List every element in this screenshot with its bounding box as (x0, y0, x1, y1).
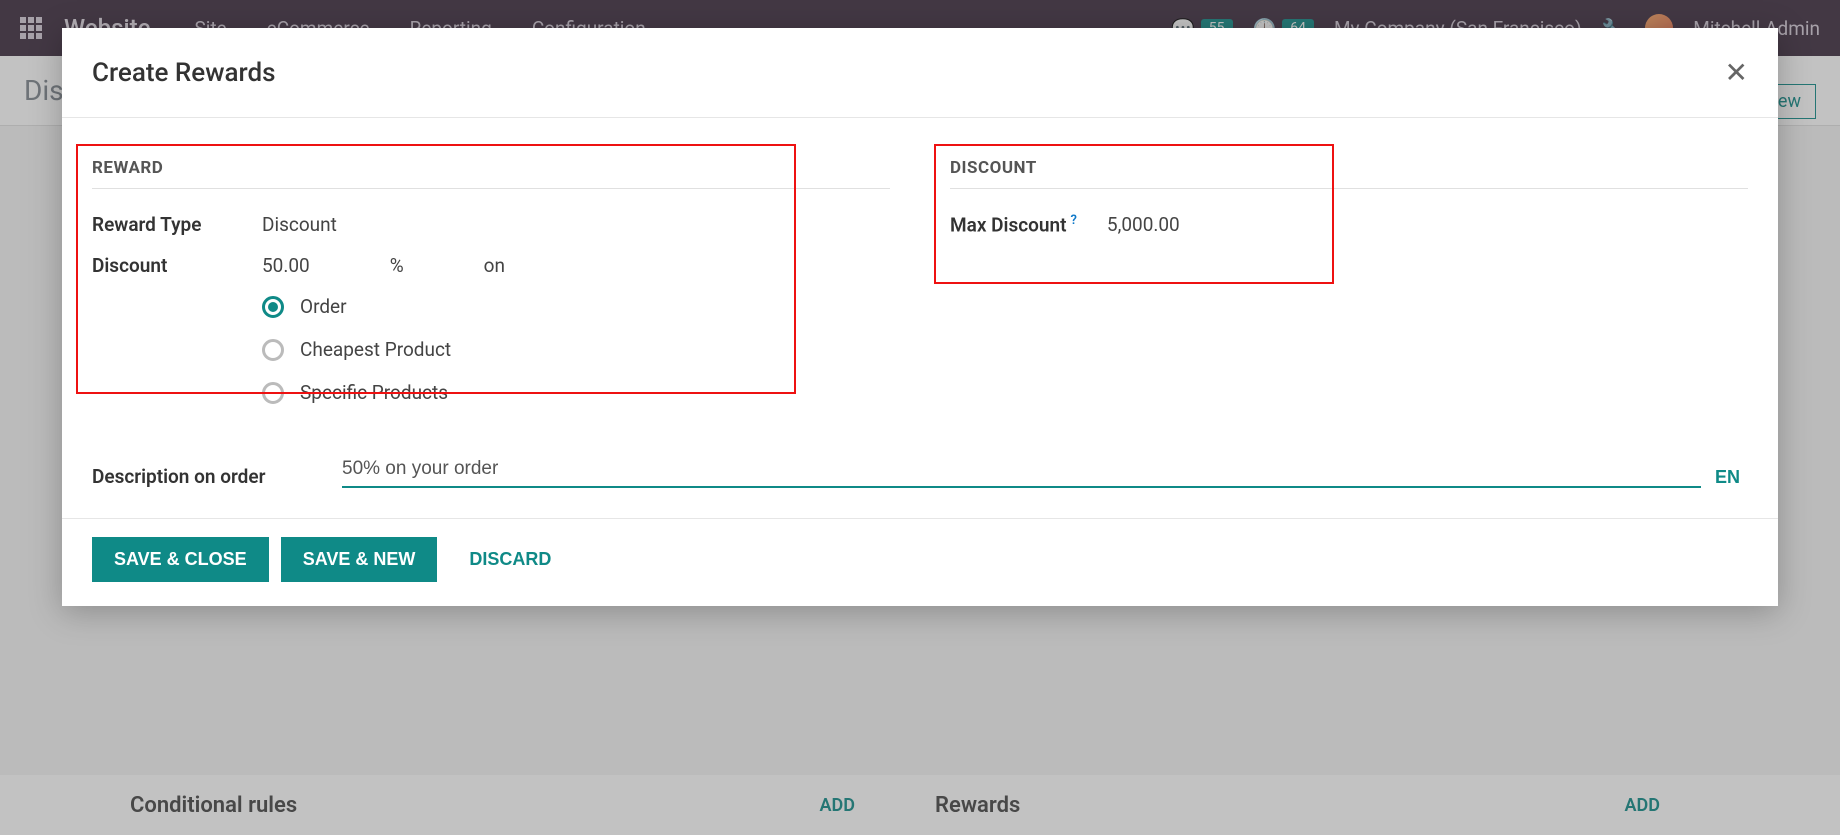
radio-order[interactable]: Order (262, 295, 890, 318)
radio-specific-label: Specific Products (300, 381, 448, 404)
discount-label: Discount (92, 254, 262, 277)
close-icon[interactable]: ✕ (1725, 56, 1748, 89)
description-label: Description on order (92, 465, 342, 488)
discount-on: on (484, 254, 505, 277)
radio-order-label: Order (300, 295, 347, 318)
radio-icon (262, 339, 284, 361)
discount-amount[interactable]: 50.00 (262, 254, 310, 277)
reward-section-title: REWARD (92, 158, 890, 189)
language-button[interactable]: EN (1707, 467, 1748, 488)
create-rewards-modal: Create Rewards ✕ REWARD Reward Type Disc… (62, 28, 1778, 606)
discount-section: DISCOUNT Max Discount? 5,000.00 (950, 158, 1748, 424)
save-close-button[interactable]: SAVE & CLOSE (92, 537, 269, 582)
modal-footer: SAVE & CLOSE SAVE & NEW DISCARD (62, 518, 1778, 606)
save-new-button[interactable]: SAVE & NEW (281, 537, 438, 582)
max-discount-label: Max Discount? (950, 213, 1077, 236)
discount-target-radios: Order Cheapest Product Specific Products (262, 295, 890, 404)
radio-icon (262, 296, 284, 318)
help-icon[interactable]: ? (1071, 213, 1077, 228)
discount-unit[interactable]: % (390, 254, 404, 277)
discount-section-title: DISCOUNT (950, 158, 1748, 189)
modal-title: Create Rewards (92, 58, 276, 88)
discard-button[interactable]: DISCARD (449, 537, 571, 582)
max-discount-value[interactable]: 5,000.00 (1107, 213, 1180, 236)
modal-header: Create Rewards ✕ (62, 28, 1778, 118)
reward-type-value[interactable]: Discount (262, 213, 337, 236)
description-input[interactable] (342, 454, 1701, 488)
radio-cheapest-product[interactable]: Cheapest Product (262, 338, 890, 361)
radio-icon (262, 382, 284, 404)
reward-type-label: Reward Type (92, 213, 262, 236)
radio-cheapest-label: Cheapest Product (300, 338, 451, 361)
reward-section: REWARD Reward Type Discount Discount 50.… (92, 158, 890, 424)
radio-specific-products[interactable]: Specific Products (262, 381, 890, 404)
